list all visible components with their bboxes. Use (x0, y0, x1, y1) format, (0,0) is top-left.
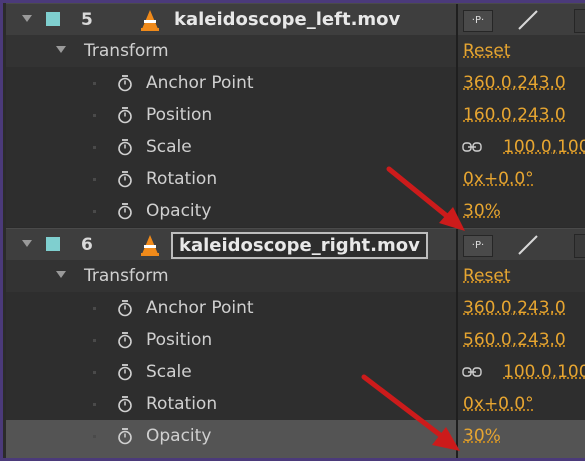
property-label: Anchor Point (146, 73, 254, 93)
effect-switch-button[interactable] (574, 9, 585, 33)
column-divider (456, 229, 458, 261)
layer-name[interactable]: kaleidoscope_left.mov (174, 9, 400, 30)
property-dot (93, 307, 96, 310)
stopwatch-icon[interactable] (117, 331, 133, 349)
stopwatch-icon[interactable] (117, 427, 133, 445)
property-value[interactable]: 560.0,243.0 (463, 330, 566, 350)
vlc-cone-icon (141, 10, 159, 31)
column-divider (456, 195, 458, 227)
stopwatch-icon[interactable] (117, 138, 133, 156)
expand-triangle-icon[interactable] (22, 15, 32, 22)
property-value[interactable]: 360.0,243.0 (463, 73, 566, 93)
expand-triangle-icon[interactable] (22, 240, 32, 247)
column-divider (456, 420, 458, 458)
layer-name-edit-field[interactable]: kaleidoscope_right.mov (171, 232, 428, 259)
reset-link[interactable]: Reset (463, 41, 511, 61)
property-dot (93, 339, 96, 342)
property-label: Opacity (146, 426, 212, 446)
stopwatch-icon[interactable] (117, 74, 133, 92)
property-row-scale: Scale 100.0,100 (6, 356, 585, 388)
vlc-cone-icon (141, 235, 159, 256)
quality-switch-icon[interactable] (511, 233, 545, 257)
column-divider (456, 35, 458, 67)
property-row-opacity: Opacity 30% (6, 195, 585, 227)
column-divider (456, 356, 458, 388)
property-dot (93, 114, 96, 117)
property-value[interactable]: 0x+0.0° (463, 169, 534, 189)
transform-label: Transform (84, 266, 169, 286)
layer-number: 6 (81, 235, 93, 255)
anchor-point-icon[interactable]: ·P· (463, 235, 493, 257)
transform-group-row[interactable]: Transform Reset (6, 35, 585, 67)
property-label: Position (146, 105, 213, 125)
property-label: Scale (146, 362, 192, 382)
property-row-position: Position 560.0,243.0 (6, 324, 585, 356)
effect-switch-button[interactable] (574, 234, 585, 258)
constrain-proportions-icon[interactable] (462, 367, 482, 377)
column-divider (456, 163, 458, 195)
property-row-anchor-point: Anchor Point 360.0,243.0 (6, 67, 585, 99)
stopwatch-icon[interactable] (117, 395, 133, 413)
column-divider (456, 4, 458, 36)
property-value[interactable]: 30% (463, 201, 501, 221)
property-row-anchor-point: Anchor Point 360.0,243.0 (6, 292, 585, 324)
label-color-swatch[interactable] (46, 237, 60, 251)
reset-link[interactable]: Reset (463, 266, 511, 286)
property-dot (93, 82, 96, 85)
property-dot (93, 146, 96, 149)
property-dot (93, 371, 96, 374)
timeline-panel: 5 kaleidoscope_left.mov ·P· Transform Re… (0, 0, 585, 461)
property-value[interactable]: 360.0,243.0 (463, 298, 566, 318)
stopwatch-icon[interactable] (117, 363, 133, 381)
property-row-scale: Scale 100.0,100 (6, 131, 585, 163)
property-value[interactable]: 0x+0.0° (463, 394, 534, 414)
transform-label: Transform (84, 41, 169, 61)
stopwatch-icon[interactable] (117, 299, 133, 317)
property-label: Position (146, 330, 213, 350)
property-dot (93, 210, 96, 213)
layer-number: 5 (81, 10, 93, 30)
transform-group-row[interactable]: Transform Reset (6, 260, 585, 292)
property-label: Anchor Point (146, 298, 254, 318)
property-value[interactable]: 30% (463, 426, 501, 446)
property-value[interactable]: 160.0,243.0 (463, 105, 566, 125)
column-divider (456, 388, 458, 420)
property-row-opacity: Opacity 30% (6, 420, 585, 458)
property-row-position: Position 160.0,243.0 (6, 99, 585, 131)
column-divider (456, 324, 458, 356)
property-dot (93, 178, 96, 181)
property-value[interactable]: 100.0,100 (503, 137, 585, 157)
property-label: Scale (146, 137, 192, 157)
column-divider (456, 67, 458, 99)
property-value[interactable]: 100.0,100 (503, 362, 585, 382)
column-divider (456, 131, 458, 163)
anchor-point-icon[interactable]: ·P· (463, 10, 493, 32)
property-dot (93, 403, 96, 406)
column-divider (456, 260, 458, 292)
property-label: Rotation (146, 169, 218, 189)
expand-triangle-icon[interactable] (56, 46, 66, 53)
layer-row-6[interactable]: 6 kaleidoscope_right.mov ·P· (6, 228, 585, 262)
constrain-proportions-icon[interactable] (462, 142, 482, 152)
property-row-rotation: Rotation 0x+0.0° (6, 388, 585, 420)
column-divider (456, 292, 458, 324)
expand-triangle-icon[interactable] (56, 271, 66, 278)
property-dot (93, 435, 96, 438)
property-row-rotation: Rotation 0x+0.0° (6, 163, 585, 195)
column-divider (456, 99, 458, 131)
stopwatch-icon[interactable] (117, 202, 133, 220)
label-color-swatch[interactable] (46, 12, 60, 26)
stopwatch-icon[interactable] (117, 106, 133, 124)
property-label: Opacity (146, 201, 212, 221)
quality-switch-icon[interactable] (511, 8, 545, 32)
property-label: Rotation (146, 394, 218, 414)
layer-row-5[interactable]: 5 kaleidoscope_left.mov ·P· (6, 3, 585, 37)
stopwatch-icon[interactable] (117, 170, 133, 188)
